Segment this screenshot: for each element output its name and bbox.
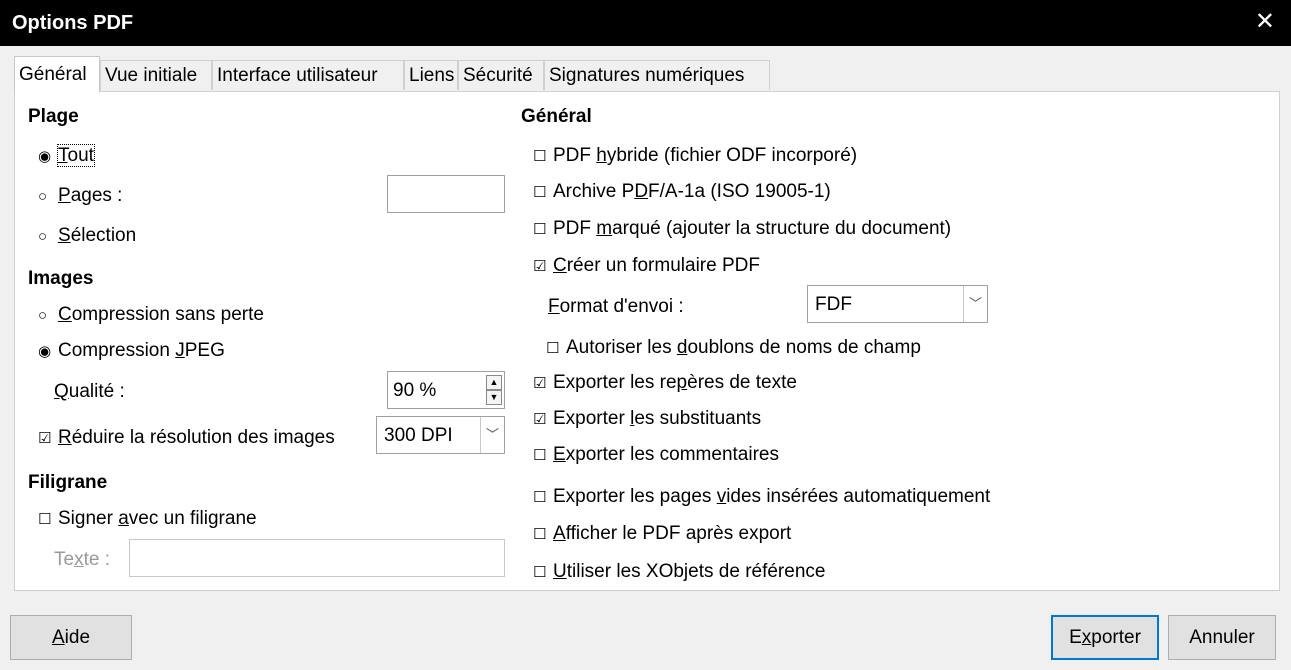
resolution-value: 300 DPI	[384, 425, 453, 446]
checkbox-unchecked-icon: ☐	[533, 564, 547, 581]
spin-down-icon[interactable]: ▼	[486, 390, 502, 405]
pages-input[interactable]	[387, 175, 505, 213]
jpeg-compression-radio[interactable]: ◉ Compression JPEG	[38, 340, 225, 362]
pages-radio[interactable]: ○ Pages :	[38, 185, 122, 207]
help-button[interactable]: Aide	[10, 615, 132, 660]
export-bookmarks-checkbox[interactable]: ☑ Exporter les repères de texte	[533, 372, 797, 394]
watermark-heading: Filigrane	[28, 472, 108, 493]
tab-security[interactable]: Sécurité	[458, 60, 544, 90]
window-title: Options PDF	[12, 12, 134, 34]
checkbox-unchecked-icon: ☐	[546, 340, 560, 357]
cancel-button[interactable]: Annuler	[1168, 615, 1276, 660]
tab-user-interface[interactable]: Interface utilisateur	[212, 60, 404, 90]
export-blank-pages-checkbox[interactable]: ☐ Exporter les pages vides insérées autom…	[533, 486, 990, 508]
checkbox-unchecked-icon: ☐	[533, 489, 547, 506]
watermark-text-label: Texte :	[54, 549, 110, 570]
checkbox-checked-icon: ☑	[533, 375, 547, 392]
submit-format-label: Format d'envoi :	[548, 296, 684, 317]
checkbox-unchecked-icon: ☐	[533, 447, 547, 464]
quality-value: 90 %	[393, 380, 437, 401]
checkbox-unchecked-icon: ☐	[533, 148, 547, 165]
all-pages-radio[interactable]: ◉ Tout	[38, 144, 95, 167]
submit-format-value: FDF	[815, 294, 852, 315]
create-form-checkbox[interactable]: ☑ Créer un formulaire PDF	[533, 255, 760, 277]
title-bar: Options PDF ☐ ✕	[0, 0, 1291, 46]
checkbox-unchecked-icon: ☐	[38, 511, 52, 528]
selection-radio[interactable]: ○ Sélection	[38, 225, 136, 247]
chevron-down-icon: ﹀	[963, 286, 987, 322]
export-placeholders-checkbox[interactable]: ☑ Exporter les substituants	[533, 408, 761, 430]
chevron-down-icon: ﹀	[480, 417, 504, 453]
checkbox-checked-icon: ☑	[38, 430, 52, 447]
checkbox-checked-icon: ☑	[533, 258, 547, 275]
sign-watermark-checkbox[interactable]: ☐ Signer avec un filigrane	[38, 508, 257, 530]
reduce-resolution-checkbox[interactable]: ☑ Réduire la résolution des images	[38, 427, 335, 449]
tab-digital-signatures[interactable]: Signatures numériques	[544, 60, 770, 90]
general-heading: Général	[521, 106, 592, 127]
checkbox-unchecked-icon: ☐	[533, 526, 547, 543]
allow-duplicate-names-checkbox[interactable]: ☐ Autoriser les doublons de noms de champ	[546, 337, 921, 359]
radio-off-icon: ○	[38, 228, 48, 245]
radio-on-icon: ◉	[38, 148, 52, 165]
radio-off-icon: ○	[38, 188, 48, 205]
tagged-pdf-checkbox[interactable]: ☐ PDF marqué (ajouter la structure du doc…	[533, 218, 951, 240]
quality-label: Qualité :	[54, 381, 125, 402]
hybrid-pdf-checkbox[interactable]: ☐ PDF hybride (fichier ODF incorporé)	[533, 145, 857, 167]
resolution-combobox[interactable]: 300 DPI ﹀	[376, 416, 505, 454]
tab-links[interactable]: Liens	[404, 60, 458, 90]
watermark-text-input[interactable]	[129, 539, 505, 577]
tab-initial-view[interactable]: Vue initiale	[100, 60, 212, 90]
checkbox-unchecked-icon: ☐	[533, 221, 547, 238]
view-after-export-checkbox[interactable]: ☐ Afficher le PDF après export	[533, 523, 791, 545]
export-comments-checkbox[interactable]: ☐ Exporter les commentaires	[533, 444, 779, 466]
radio-off-icon: ○	[38, 307, 48, 324]
radio-on-icon: ◉	[38, 343, 52, 360]
close-button[interactable]: ✕	[1255, 10, 1275, 34]
lossless-compression-radio[interactable]: ○ Compression sans perte	[38, 304, 264, 326]
spin-up-icon[interactable]: ▲	[486, 375, 502, 390]
export-button[interactable]: Exporter	[1051, 615, 1159, 660]
quality-spinbox[interactable]: 90 % ▲ ▼	[387, 371, 505, 409]
images-heading: Images	[28, 268, 94, 289]
tab-general[interactable]: Général	[14, 56, 100, 92]
submit-format-combobox[interactable]: FDF ﹀	[807, 285, 988, 323]
pdfa-archive-checkbox[interactable]: ☐ Archive PDF/A-1a (ISO 19005-1)	[533, 181, 831, 203]
range-heading: Plage	[28, 106, 79, 127]
checkbox-unchecked-icon: ☐	[533, 184, 547, 201]
use-reference-xobjects-checkbox[interactable]: ☐ Utiliser les XObjets de référence	[533, 561, 825, 583]
checkbox-checked-icon: ☑	[533, 411, 547, 428]
